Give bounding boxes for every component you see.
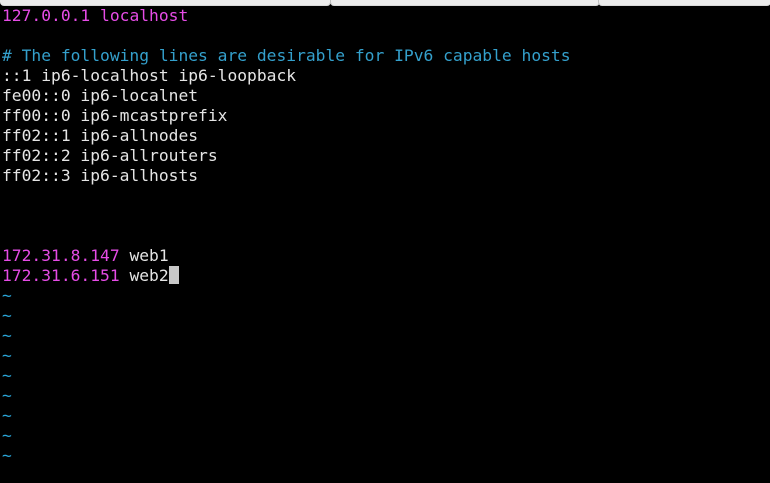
hostname: localhost — [100, 6, 189, 25]
hosts-line-web2: 172.31.6.151 web2 — [0, 266, 770, 286]
ipv6-line: ff02::2 ip6-allrouters — [2, 146, 218, 165]
empty-line-marker: ~ — [2, 286, 12, 305]
text-cursor — [168, 266, 179, 284]
ip-address: 172.31.6.151 — [2, 266, 120, 285]
empty-line-marker: ~ — [2, 426, 12, 445]
comment-line: # The following lines are desirable for … — [2, 46, 571, 65]
empty-line-marker: ~ — [2, 326, 12, 345]
ipv6-line: ::1 ip6-localhost ip6-loopback — [2, 66, 297, 85]
hosts-line-localhost: 127.0.0.1 localhost — [0, 6, 770, 26]
hosts-line-web1: 172.31.8.147 web1 — [0, 246, 770, 266]
ip-address: 127.0.0.1 — [2, 6, 91, 25]
ipv6-line: ff02::3 ip6-allhosts — [2, 166, 199, 185]
vim-editor[interactable]: 127.0.0.1 localhost # The following line… — [0, 6, 770, 483]
empty-line-marker: ~ — [2, 386, 12, 405]
hostname: web2 — [129, 266, 169, 285]
empty-line-marker: ~ — [2, 366, 12, 385]
empty-line-marker: ~ — [2, 406, 12, 425]
empty-line-marker: ~ — [2, 446, 12, 465]
empty-line-marker: ~ — [2, 346, 12, 365]
ipv6-line: ff00::0 ip6-mcastprefix — [2, 106, 228, 125]
ipv6-line: ff02::1 ip6-allnodes — [2, 126, 199, 145]
hostname: web1 — [129, 246, 169, 265]
empty-line-marker: ~ — [2, 306, 12, 325]
ip-address: 172.31.8.147 — [2, 246, 120, 265]
ipv6-line: fe00::0 ip6-localnet — [2, 86, 199, 105]
